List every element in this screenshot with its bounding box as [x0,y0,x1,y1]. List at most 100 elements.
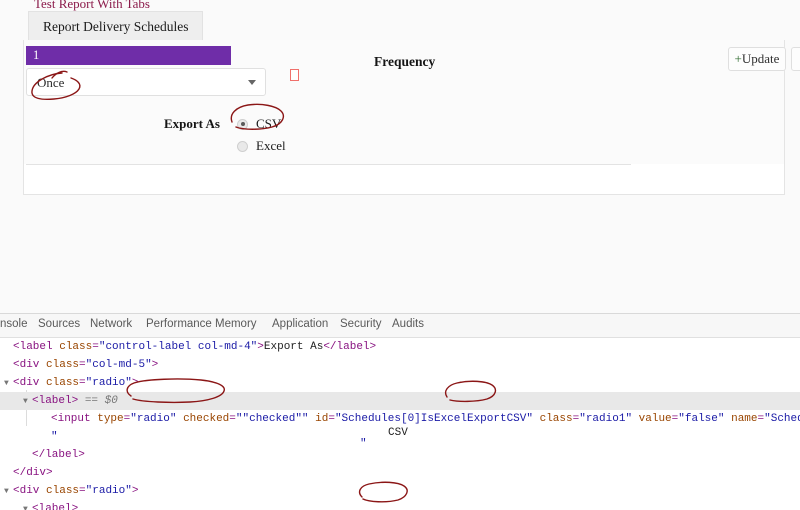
add-button[interactable]: + [791,47,800,71]
frequency-select-value: Once [37,75,65,90]
expand-triangle-icon[interactable]: ▼ [4,483,13,501]
dom-token-attr: class [539,413,573,425]
dom-token-val: "control-label col-md-4" [98,341,258,353]
dom-token-punct: = [328,413,335,425]
dom-line[interactable]: ▼ <div class="radio"> [0,482,800,500]
devtools-tab-nsole[interactable]: nsole [0,318,28,330]
plus-icon: + [734,51,742,66]
dom-token-attr: id [315,413,329,425]
dom-token-txt: Export As [263,341,324,353]
expand-triangle-icon[interactable]: ▼ [4,375,13,393]
dom-token-punct: > [151,359,159,371]
panel-footer-area [24,164,784,194]
frequency-column-header: Frequency [374,54,436,69]
radio-option-csv[interactable]: CSV [237,115,281,132]
dom-token-tag: div [19,359,40,371]
broken-image-icon[interactable] [290,69,299,81]
dom-token-attr: class [59,341,93,353]
dom-token-val: "Schedules[0]IsExcelExportCSV" [334,413,533,425]
devtools-tab-audits[interactable]: Audits [392,318,424,330]
dom-token-val: "radio" [130,413,177,425]
dom-token-tag: label [19,341,53,353]
expand-triangle-icon[interactable]: ▼ [23,393,32,411]
update-button[interactable]: +Update [728,47,786,71]
dom-token-tag: label [45,449,79,461]
devtools-tab-security[interactable]: Security [340,318,382,330]
dom-line[interactable]: ▼ <label> == $0 [0,392,800,410]
radio-excel-input[interactable] [237,140,248,152]
dom-token-val: "radio1" [579,413,633,425]
devtools-tab-memory[interactable]: Memory [215,318,257,330]
dom-token-tag: label [38,395,72,407]
dom-token-sel: == $0 [78,395,118,407]
dom-token-punct: </ [323,341,337,353]
dom-token-punct: = [229,413,236,425]
chevron-down-icon [248,80,256,85]
dom-token-attr: name [731,413,758,425]
dom-token-punct: < [13,359,20,371]
dom-token-val: ""checked"" [235,413,309,425]
dom-token-attr: class [46,485,80,497]
devtools-tab-application[interactable]: Application [272,318,328,330]
accordion-header-1[interactable]: 1 [26,46,231,65]
dom-token-attr: class [46,359,80,371]
dom-token-punct: < [13,341,20,353]
tab-strip: Report Delivery Schedules [28,11,204,43]
dom-token-punct: </ [32,449,46,461]
dom-token-punct: </ [13,467,27,479]
radio-csv-input[interactable] [237,118,248,130]
dom-token-tag: div [19,485,40,497]
dom-token-val: "radio" [85,377,132,389]
browser-page-content: Test Report With Tabs Report Delivery Sc… [0,0,800,313]
export-as-label: Export As [164,116,220,131]
dom-token-val: "false" [678,413,725,425]
dom-token-punct: = [79,377,86,389]
dom-token-tag: input [57,413,91,425]
devtools-tab-sources[interactable]: Sources [38,318,80,330]
dom-line[interactable]: </label> [0,446,800,464]
dom-token-val: "col-md-5" [85,359,152,371]
radio-excel-label: Excel [256,138,286,154]
dom-token-punct: > [131,485,139,497]
dom-token-punct: > [131,377,139,389]
dom-token-punct: < [13,485,20,497]
devtools-tab-bar: nsole Sources Network Performance Memory Appl… [0,314,800,338]
accordion-header-number: 1 [33,48,40,62]
dom-token-punct: > [369,341,377,353]
dom-token-punct: = [79,359,86,371]
dom-token-val: "Schedules[0].IsExcelExport" [764,413,800,425]
dom-token-plain [533,413,540,425]
devtools-tab-network[interactable]: Network [90,318,132,330]
radio-csv-label: CSV [256,116,282,132]
dom-line[interactable]: <input type="radio" checked=""checked"" … [0,410,800,428]
dom-line[interactable]: <label class="control-label col-md-4">Ex… [0,338,800,356]
dom-token-val: " [51,431,58,443]
devtools-elements-dom-tree[interactable]: CSV " <label class="control-label col-md… [0,338,800,510]
dom-token-punct: < [13,377,20,389]
dom-token-punct: > [257,341,264,353]
frequency-select[interactable]: Once [26,68,266,96]
dom-token-attr: class [46,377,80,389]
dom-token-plain [632,413,639,425]
devtools-panel: nsole Sources Network Performance Memory Appl… [0,313,800,510]
dom-line[interactable]: <div class="col-md-5"> [0,356,800,374]
dom-line[interactable]: </div> [0,464,800,482]
dom-line[interactable]: ▼ <div class="radio"> [0,374,800,392]
dom-token-punct: < [32,395,39,407]
dom-token-punct: < [51,413,58,425]
dom-token-val: "radio" [85,485,132,497]
dom-token-tag: div [26,467,47,479]
devtools-tab-performance[interactable]: Performance [146,318,212,330]
dom-token-punct: = [79,485,86,497]
tab-report-delivery-schedules[interactable]: Report Delivery Schedules [28,11,204,43]
panel-divider [26,164,631,165]
dom-token-attr: value [638,413,672,425]
dom-token-tag: div [19,377,40,389]
dom-token-punct: > [78,449,85,461]
dom-token-attr: checked [183,413,230,425]
dom-token-punct: > [46,467,53,479]
radio-option-excel[interactable]: Excel [237,137,286,154]
dom-line[interactable]: " [0,428,800,446]
update-button-label: Update [741,51,780,66]
dom-token-tag: label [336,341,370,353]
